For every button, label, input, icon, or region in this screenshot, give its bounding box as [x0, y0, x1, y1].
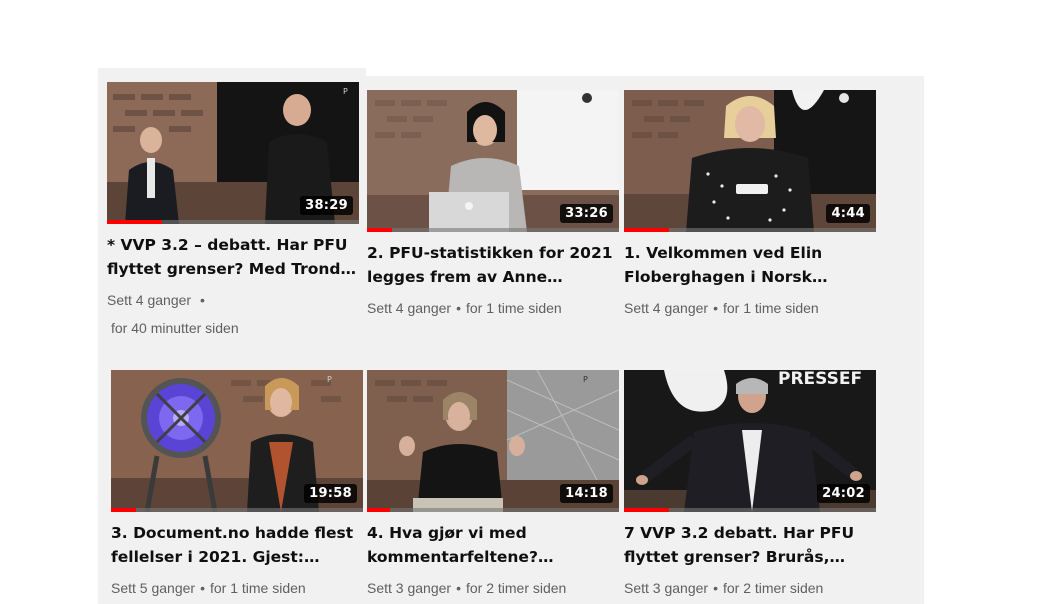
video-card[interactable]: P 14:18 4. Hva gjør vi med kommentarfelt… [367, 370, 619, 598]
video-meta: Sett 5 ganger • for 1 time siden [111, 578, 363, 598]
video-card[interactable]: PRESSEF 24:02 7 VVP 3.2 debatt. Har PFU … [624, 370, 876, 598]
video-card[interactable]: P 19:58 3. Document.no hadde flest felle… [111, 370, 363, 598]
meta-separator: • [199, 292, 205, 308]
meta-separator: • [713, 580, 718, 596]
upload-age: for 2 timer siden [465, 580, 567, 596]
video-title[interactable]: 2. PFU-statistikken for 2021 legges frem… [367, 241, 619, 289]
upload-age: for 2 timer siden [722, 580, 824, 596]
view-count: Sett 4 ganger [624, 300, 709, 316]
duration-badge: 24:02 [817, 484, 870, 503]
video-thumbnail[interactable]: 33:26 [367, 90, 619, 232]
svg-text:P: P [343, 87, 348, 96]
video-title[interactable]: * VVP 3.2 – debatt. Har PFU flyttet gren… [107, 233, 359, 281]
video-meta: Sett 3 ganger • for 2 timer siden [367, 578, 619, 598]
svg-text:P: P [583, 375, 588, 384]
watched-progress-bar [107, 220, 163, 224]
upload-age: for 1 time siden [465, 300, 562, 316]
watched-progress-bar [624, 508, 670, 512]
watched-progress-bar [111, 508, 137, 512]
video-thumbnail[interactable]: PRESSEF 24:02 [624, 370, 876, 512]
video-thumbnail[interactable]: 4:44 [624, 90, 876, 232]
upload-age: for 1 time siden [209, 580, 306, 596]
upload-age: for 1 time siden [722, 300, 819, 316]
duration-badge: 33:26 [560, 204, 613, 223]
meta-separator: • [456, 300, 461, 316]
watched-progress-bar [367, 228, 393, 232]
view-count: Sett 3 ganger [367, 580, 452, 596]
video-title[interactable]: 4. Hva gjør vi med kommentarfeltene? Kar… [367, 521, 619, 569]
video-meta: Sett 3 ganger • for 2 timer siden [624, 578, 876, 598]
video-meta: Sett 4 ganger • [107, 290, 359, 310]
video-thumbnail[interactable]: P 14:18 [367, 370, 619, 512]
video-thumbnail[interactable]: P 38:29 [107, 82, 359, 224]
duration-badge: 19:58 [304, 484, 357, 503]
watched-progress-bar [367, 508, 390, 512]
svg-text:P: P [327, 375, 332, 384]
video-meta: Sett 4 ganger • for 1 time siden [367, 298, 619, 318]
video-grid-page: P 38:29 * VVP 3.2 – debatt. Har PFU flyt… [0, 0, 1064, 604]
video-thumbnail[interactable]: P 19:58 [111, 370, 363, 512]
meta-separator: • [456, 580, 461, 596]
video-card[interactable]: 4:44 1. Velkommen ved Elin Floberghagen … [624, 90, 876, 318]
video-title[interactable]: 3. Document.no hadde flest fellelser i 2… [111, 521, 363, 569]
video-card[interactable]: P 38:29 * VVP 3.2 – debatt. Har PFU flyt… [107, 82, 359, 338]
duration-badge: 14:18 [560, 484, 613, 503]
progress-track [111, 508, 363, 512]
video-title[interactable]: 7 VVP 3.2 debatt. Har PFU flyttet grense… [624, 521, 876, 569]
duration-badge: 4:44 [826, 204, 870, 223]
progress-track [367, 508, 619, 512]
view-count: Sett 4 ganger [107, 292, 192, 308]
meta-separator: • [713, 300, 718, 316]
thumbnail-brand-text: PRESSEF [778, 370, 862, 389]
video-meta: Sett 4 ganger • for 1 time siden [624, 298, 876, 318]
video-title[interactable]: 1. Velkommen ved Elin Floberghagen i Nor… [624, 241, 876, 289]
view-count: Sett 5 ganger [111, 580, 196, 596]
view-count: Sett 3 ganger [624, 580, 709, 596]
duration-badge: 38:29 [300, 196, 353, 215]
upload-age: for 40 minutter siden [111, 320, 239, 336]
meta-separator: • [200, 580, 205, 596]
watched-progress-bar [624, 228, 670, 232]
view-count: Sett 4 ganger [367, 300, 452, 316]
progress-track [367, 228, 619, 232]
video-card[interactable]: 33:26 2. PFU-statistikken for 2021 legge… [367, 90, 619, 318]
